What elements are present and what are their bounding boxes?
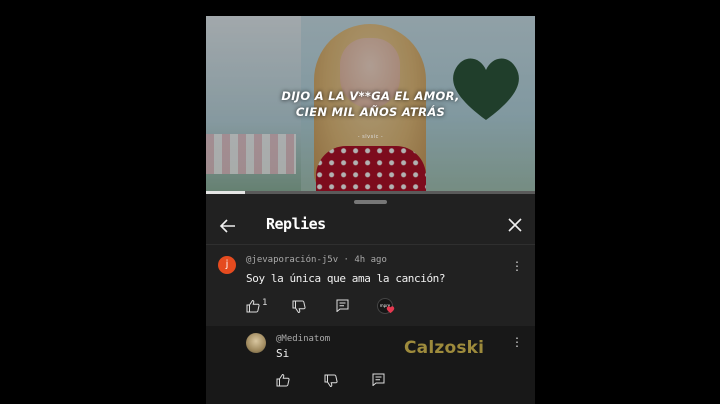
heart-icon (386, 306, 395, 314)
thumbs-down-icon[interactable] (324, 374, 338, 388)
replies-header: Replies (206, 208, 535, 244)
comment-author[interactable]: @jevaporación-j5v (246, 255, 338, 265)
like-count: 1 (262, 298, 268, 308)
reply-actions (276, 372, 476, 390)
comment-text: Soy la única que ama la canción? (246, 272, 446, 285)
lyric-line-1: DIJO A LA V**GA EL AMOR, (281, 89, 460, 103)
drag-handle[interactable] (354, 200, 387, 204)
more-options-icon[interactable]: ⋮ (511, 259, 523, 273)
phone-screen: DIJO A LA V**GA EL AMOR, CIEN MIL AÑOS A… (206, 16, 535, 404)
comment-item: j @jevaporación-j5v · 4h ago ⋮ Soy la ún… (206, 244, 535, 327)
reply-author[interactable]: @Medinatom (276, 334, 330, 344)
comment-meta: @jevaporación-j5v · 4h ago (246, 255, 387, 265)
watermark: Calzoski (404, 338, 485, 358)
thumbs-up-icon[interactable] (246, 299, 260, 313)
reply-text: Si (276, 347, 290, 360)
reply-avatar[interactable] (246, 333, 266, 353)
video-player[interactable]: DIJO A LA V**GA EL AMOR, CIEN MIL AÑOS A… (206, 16, 535, 194)
comment-actions: 1 mpre (246, 297, 446, 315)
replies-panel: Replies j @jevaporación-j5v · 4h ago ⋮ S… (206, 194, 535, 404)
close-icon[interactable] (506, 216, 524, 234)
reply-icon[interactable] (336, 299, 349, 312)
thumbs-down-icon[interactable] (292, 300, 306, 314)
replies-title: Replies (266, 215, 326, 233)
avatar[interactable]: j (218, 256, 236, 274)
lyric-line-2: CIEN MIL AÑOS ATRÁS (295, 105, 446, 119)
reply-item: @Medinatom Si Calzoski ⋮ (206, 326, 535, 404)
reply-icon[interactable] (372, 373, 385, 386)
comment-time: · 4h ago (343, 255, 387, 265)
arrow-left-icon[interactable] (218, 216, 238, 236)
more-options-icon[interactable]: ⋮ (511, 335, 523, 349)
video-tag: - slvsic - (357, 134, 384, 140)
thumbs-up-icon[interactable] (276, 373, 290, 387)
